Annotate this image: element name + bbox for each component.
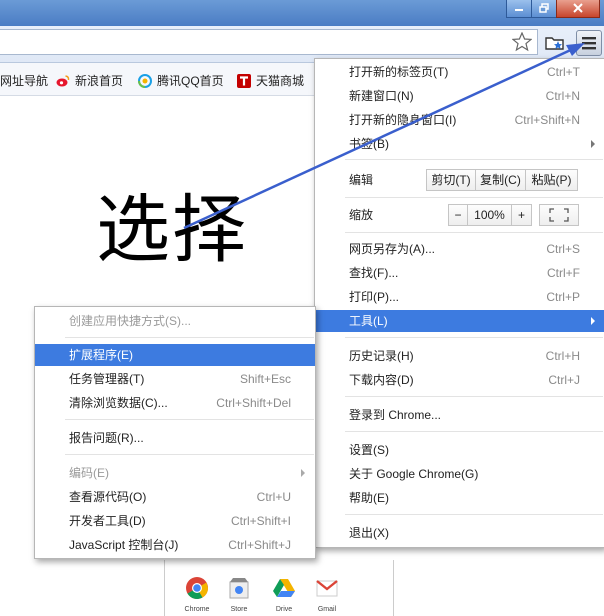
bookmark-item[interactable]: 腾讯QQ首页: [138, 72, 224, 89]
menu-item-new-window[interactable]: 新建窗口(N) Ctrl+N: [315, 85, 604, 107]
zoom-in-button[interactable]: +: [512, 204, 532, 226]
menu-item-js-console[interactable]: JavaScript 控制台(J) Ctrl+Shift+J: [35, 534, 315, 556]
gmail-icon: [316, 580, 338, 597]
menu-item-find[interactable]: 查找(F)... Ctrl+F: [315, 262, 604, 284]
fullscreen-icon: [549, 208, 569, 222]
menu-separator: [345, 159, 603, 160]
menu-item-extensions[interactable]: 扩展程序(E): [35, 344, 315, 366]
menu-item-print[interactable]: 打印(P)... Ctrl+P: [315, 286, 604, 308]
submenu-arrow-icon: [591, 140, 595, 148]
bookmark-item[interactable]: 网址导航: [0, 72, 48, 89]
tools-submenu: 创建应用快捷方式(S)... 扩展程序(E) 任务管理器(T) Shift+Es…: [34, 306, 316, 559]
menu-item-new-tab[interactable]: 打开新的标签页(T) Ctrl+T: [315, 61, 604, 83]
menu-item-report-issue[interactable]: 报告问题(R)...: [35, 427, 315, 449]
menu-item-downloads[interactable]: 下载内容(D) Ctrl+J: [315, 369, 604, 391]
menu-separator: [345, 232, 603, 233]
submenu-arrow-icon: [591, 317, 595, 325]
menu-item-save-as[interactable]: 网页另存为(A)... Ctrl+S: [315, 238, 604, 260]
menu-item-bookmarks[interactable]: 书签(B): [315, 133, 604, 155]
close-button[interactable]: [556, 0, 600, 18]
bookmark-item[interactable]: 新浪首页: [56, 72, 123, 89]
chrome-main-menu: 打开新的标签页(T) Ctrl+T 新建窗口(N) Ctrl+N 打开新的隐身窗…: [314, 58, 604, 548]
menu-item-tools[interactable]: 工具(L): [315, 310, 604, 332]
weibo-icon: [56, 75, 70, 87]
copy-button[interactable]: 复制(C): [476, 169, 526, 191]
tmall-icon: [237, 74, 251, 88]
fullscreen-button[interactable]: [539, 204, 579, 226]
address-bar[interactable]: [0, 29, 538, 55]
menu-item-about[interactable]: 关于 Google Chrome(G): [315, 463, 604, 485]
app-drive[interactable]: Drive: [264, 576, 304, 613]
chrome-icon: [186, 577, 208, 599]
hamburger-menu-icon: [582, 37, 596, 50]
page-heading: 选择: [96, 187, 248, 273]
app-store[interactable]: Store: [219, 576, 259, 613]
restore-icon: [539, 3, 549, 13]
menu-item-view-source[interactable]: 查看源代码(O) Ctrl+U: [35, 486, 315, 508]
menu-separator: [65, 454, 314, 455]
menu-separator: [345, 337, 603, 338]
menu-separator: [345, 431, 603, 432]
menu-item-help[interactable]: 帮助(E): [315, 487, 604, 509]
menu-item-history[interactable]: 历史记录(H) Ctrl+H: [315, 345, 604, 367]
drive-icon: [273, 579, 295, 597]
store-icon: [229, 578, 249, 599]
menu-item-settings[interactable]: 设置(S): [315, 439, 604, 461]
bookmark-star-icon[interactable]: [512, 32, 532, 52]
minimize-icon: [515, 9, 523, 11]
menu-item-task-manager[interactable]: 任务管理器(T) Shift+Esc: [35, 368, 315, 390]
paste-button[interactable]: 粘贴(P): [526, 169, 578, 191]
menu-separator: [345, 514, 603, 515]
menu-item-incognito[interactable]: 打开新的隐身窗口(I) Ctrl+Shift+N: [315, 109, 604, 131]
extension-button[interactable]: [543, 30, 569, 56]
bookmark-item[interactable]: 天猫商城: [237, 72, 304, 89]
apps-panel: Chrome Store Drive Gmail: [164, 560, 394, 616]
menu-item-create-shortcut: 创建应用快捷方式(S)...: [69, 314, 191, 328]
menu-item-signin[interactable]: 登录到 Chrome...: [315, 404, 604, 426]
menu-item-encoding: 编码(E): [35, 462, 315, 484]
menu-item-exit[interactable]: 退出(X): [315, 522, 604, 544]
app-gmail[interactable]: Gmail: [307, 576, 347, 613]
qq-icon: [138, 74, 152, 88]
app-chrome[interactable]: Chrome: [177, 576, 217, 613]
menu-separator: [345, 197, 603, 198]
zoom-level: 100%: [468, 204, 512, 226]
menu-separator: [65, 337, 314, 338]
minimize-button[interactable]: [506, 0, 532, 18]
menu-separator: [345, 396, 603, 397]
menu-item-dev-tools[interactable]: 开发者工具(D) Ctrl+Shift+I: [35, 510, 315, 532]
window-titlebar: [0, 0, 604, 26]
chrome-menu-button[interactable]: [576, 30, 602, 56]
cut-button[interactable]: 剪切(T): [426, 169, 476, 191]
close-icon: [573, 3, 583, 13]
folder-star-icon: [545, 37, 564, 50]
zoom-out-button[interactable]: −: [448, 204, 468, 226]
menu-item-clear-data[interactable]: 清除浏览数据(C)... Ctrl+Shift+Del: [35, 392, 315, 414]
restore-button[interactable]: [531, 0, 557, 18]
menu-separator: [65, 419, 314, 420]
submenu-arrow-icon: [301, 469, 305, 477]
